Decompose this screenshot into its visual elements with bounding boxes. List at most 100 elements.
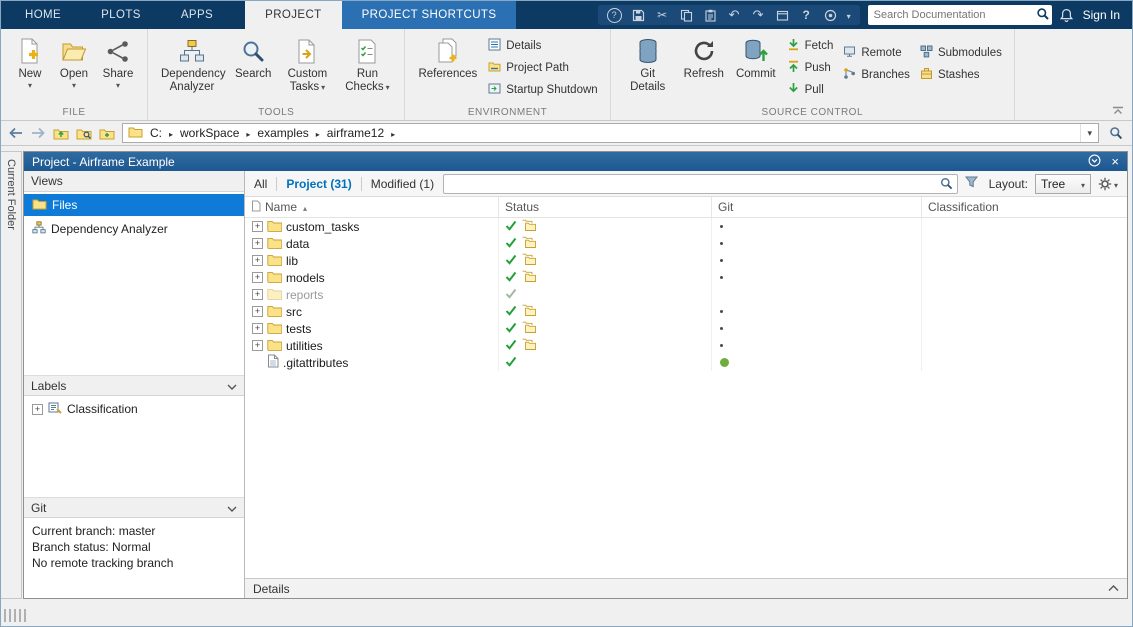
paste-icon[interactable] (703, 8, 718, 23)
table-row[interactable]: custom_tasks (245, 218, 1127, 235)
settings-gear-icon[interactable] (1098, 177, 1118, 191)
custom-tasks-dropdown-arrow[interactable] (319, 81, 325, 93)
sidebar-item-classification[interactable]: Classification (24, 398, 244, 420)
doc-search-icon[interactable] (1036, 7, 1050, 24)
column-header-classification[interactable]: Classification (922, 197, 1127, 217)
details-button[interactable]: Details (484, 35, 601, 57)
redo-icon[interactable] (751, 8, 766, 23)
table-row[interactable]: reports (245, 286, 1127, 303)
sidebar-item-files[interactable]: Files (24, 194, 244, 216)
breadcrumb-dropdown-icon[interactable] (1080, 124, 1098, 142)
labels-header[interactable]: Labels (24, 375, 244, 396)
table-row[interactable]: .gitattributes (245, 354, 1127, 371)
classification-expand-icon[interactable] (32, 403, 43, 415)
breadcrumb-segment[interactable]: examples (257, 126, 308, 140)
breadcrumb-segment[interactable]: C: (150, 126, 162, 140)
open-dropdown-arrow[interactable] (72, 81, 76, 91)
open-button[interactable]: Open (53, 33, 95, 93)
labels-collapse-icon[interactable] (227, 379, 237, 393)
help-icon[interactable] (799, 8, 814, 23)
git-collapse-icon[interactable] (227, 501, 237, 515)
submodules-button[interactable]: Submodules (916, 42, 1006, 64)
expand-toggle[interactable] (252, 238, 263, 249)
address-search-icon[interactable] (1106, 126, 1126, 140)
file-filter-search-icon[interactable] (936, 177, 957, 190)
sidebar-item-dependency-analyzer[interactable]: Dependency Analyzer (24, 218, 244, 240)
table-row[interactable]: models (245, 269, 1127, 286)
collapse-ribbon-icon[interactable] (1112, 106, 1124, 115)
customize-toolbar-icon[interactable] (847, 8, 851, 22)
tab-plots[interactable]: PLOTS (81, 1, 161, 29)
filter-project[interactable]: Project (31) (284, 177, 353, 191)
stashes-button[interactable]: Stashes (916, 64, 1006, 86)
git-details-button[interactable]: Git Details (619, 33, 677, 96)
tab-home[interactable]: HOME (5, 1, 81, 29)
breadcrumb-separator-icon[interactable] (391, 126, 395, 140)
column-header-name[interactable]: Name (245, 197, 499, 217)
column-header-git[interactable]: Git (712, 197, 922, 217)
breadcrumb-segment[interactable]: airframe12 (327, 126, 384, 140)
filter-modified[interactable]: Modified (1) (369, 177, 436, 191)
dependency-analyzer-button[interactable]: Dependency Analyzer (156, 33, 228, 96)
new-button[interactable]: New (9, 33, 51, 93)
resize-grip[interactable] (4, 609, 28, 622)
panel-menu-icon[interactable] (1088, 154, 1101, 170)
panel-close-icon[interactable]: × (1111, 155, 1119, 168)
search-in-folder-icon[interactable] (99, 125, 115, 141)
table-row[interactable]: utilities (245, 337, 1127, 354)
branches-button[interactable]: Branches (839, 64, 914, 86)
expand-toggle[interactable] (252, 221, 263, 232)
custom-tasks-button[interactable]: Custom Tasks (278, 33, 336, 96)
share-dropdown-arrow[interactable] (116, 81, 120, 91)
copy-icon[interactable] (679, 8, 694, 23)
layout-combobox[interactable]: Tree (1034, 173, 1091, 194)
forward-button[interactable] (30, 125, 46, 141)
breadcrumb-separator-icon[interactable] (316, 126, 320, 140)
expand-toggle[interactable] (252, 323, 263, 334)
expand-toggle[interactable] (252, 306, 263, 317)
expand-toggle[interactable] (252, 272, 263, 283)
save-icon[interactable] (631, 8, 646, 23)
filter-funnel-icon[interactable] (964, 176, 978, 191)
search-button[interactable]: Search (230, 33, 276, 83)
table-row[interactable]: src (245, 303, 1127, 320)
tab-project-shortcuts[interactable]: PROJECT SHORTCUTS (341, 1, 517, 29)
column-header-status[interactable]: Status (499, 197, 712, 217)
sign-in-button[interactable]: Sign In (1083, 1, 1120, 29)
git-header[interactable]: Git (24, 497, 244, 518)
table-row[interactable]: lib (245, 252, 1127, 269)
share-button[interactable]: Share (97, 33, 139, 93)
references-button[interactable]: References (413, 33, 482, 83)
expand-toggle[interactable] (252, 255, 263, 266)
fetch-button[interactable]: Fetch (783, 35, 838, 57)
details-expand-icon[interactable] (1108, 585, 1119, 592)
cut-icon[interactable] (655, 8, 670, 23)
table-row[interactable]: data (245, 235, 1127, 252)
notifications-bell-icon[interactable] (1059, 1, 1073, 29)
remote-button[interactable]: Remote (839, 42, 914, 64)
breadcrumb-separator-icon[interactable] (169, 126, 173, 140)
tab-project[interactable]: PROJECT (245, 1, 342, 29)
project-path-button[interactable]: Project Path (484, 57, 601, 79)
back-button[interactable] (7, 125, 23, 141)
help-badge-icon[interactable] (607, 8, 622, 23)
community-icon[interactable] (823, 8, 838, 23)
browse-for-folder-icon[interactable] (76, 125, 92, 141)
current-folder-strip[interactable]: Current Folder (1, 151, 22, 599)
expand-toggle[interactable] (252, 340, 263, 351)
panel-title-bar[interactable]: Project - Airframe Example × (24, 152, 1127, 171)
run-checks-button[interactable]: Run Checks (338, 33, 396, 96)
push-button[interactable]: Push (783, 57, 838, 79)
run-checks-dropdown-arrow[interactable] (384, 81, 390, 93)
filter-all[interactable]: All (252, 177, 269, 191)
details-bar[interactable]: Details (245, 578, 1127, 598)
file-filter-input[interactable] (444, 177, 936, 190)
tab-apps[interactable]: APPS (161, 1, 233, 29)
undo-icon[interactable] (727, 8, 742, 23)
refresh-button[interactable]: Refresh (679, 33, 729, 83)
switch-window-icon[interactable] (775, 8, 790, 23)
table-row[interactable]: tests (245, 320, 1127, 337)
up-one-level-icon[interactable] (53, 125, 69, 141)
pull-button[interactable]: Pull (783, 79, 838, 101)
commit-button[interactable]: Commit (731, 33, 781, 83)
